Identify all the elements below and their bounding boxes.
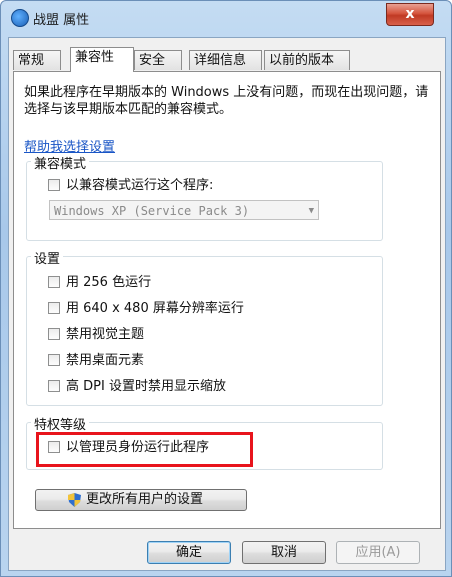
ok-button[interactable]: 确定 bbox=[147, 541, 231, 564]
compat-mode-group: 兼容模式 以兼容模式运行这个程序: Windows XP (Service Pa… bbox=[26, 153, 383, 241]
setting-high-dpi-label: 高 DPI 设置时禁用显示缩放 bbox=[66, 379, 226, 394]
setting-640x480-label: 用 640 x 480 屏幕分辨率运行 bbox=[66, 301, 244, 316]
setting-disable-themes-label: 禁用视觉主题 bbox=[66, 327, 145, 342]
properties-window: 战盟 属性 x 常规 兼容性 安全 详细信息 以前的版本 如果此程序在早期版本的… bbox=[0, 0, 452, 577]
title-bar[interactable]: 战盟 属性 x bbox=[1, 1, 451, 35]
os-version-select[interactable]: Windows XP (Service Pack 3) ▼ bbox=[49, 200, 319, 220]
os-version-value: Windows XP (Service Pack 3) bbox=[54, 204, 250, 218]
setting-256-colors-label: 用 256 色运行 bbox=[66, 275, 152, 290]
compatibility-panel: 如果此程序在早期版本的 Windows 上没有问题，而现在出现问题，请选择与该早… bbox=[13, 71, 441, 529]
dialog-client-area: 常规 兼容性 安全 详细信息 以前的版本 如果此程序在早期版本的 Windows… bbox=[8, 37, 446, 571]
setting-640x480-checkbox[interactable] bbox=[48, 302, 60, 314]
setting-high-dpi-checkbox[interactable] bbox=[48, 380, 60, 392]
change-all-users-button[interactable]: 更改所有用户的设置 bbox=[35, 489, 247, 511]
uac-shield-icon bbox=[68, 493, 81, 507]
setting-256-colors-checkbox[interactable] bbox=[48, 276, 60, 288]
privilege-title: 特权等级 bbox=[31, 414, 90, 433]
settings-title: 设置 bbox=[31, 248, 64, 267]
setting-disable-desktop-label: 禁用桌面元素 bbox=[66, 353, 145, 368]
compat-mode-checkbox[interactable] bbox=[48, 179, 60, 191]
app-icon bbox=[11, 9, 29, 27]
close-icon: x bbox=[405, 6, 415, 22]
tab-details[interactable]: 详细信息 bbox=[189, 50, 262, 70]
compat-mode-checkbox-label: 以兼容模式运行这个程序: bbox=[66, 178, 214, 193]
chevron-down-icon[interactable]: ▼ bbox=[309, 201, 314, 221]
tab-compatibility[interactable]: 兼容性 bbox=[70, 47, 134, 72]
compat-mode-title: 兼容模式 bbox=[31, 153, 90, 172]
apply-button[interactable]: 应用(A) bbox=[336, 541, 420, 564]
tab-previous-versions[interactable]: 以前的版本 bbox=[264, 50, 350, 70]
setting-disable-themes-checkbox[interactable] bbox=[48, 328, 60, 340]
tab-general[interactable]: 常规 bbox=[13, 50, 61, 70]
cancel-button[interactable]: 取消 bbox=[242, 541, 326, 564]
tab-security[interactable]: 安全 bbox=[134, 50, 182, 70]
setting-disable-desktop-checkbox[interactable] bbox=[48, 354, 60, 366]
settings-group: 设置 用 256 色运行 用 640 x 480 屏幕分辨率运行 禁用视觉主题 … bbox=[26, 248, 383, 406]
close-button[interactable]: x bbox=[386, 3, 434, 26]
window-title: 战盟 属性 bbox=[33, 13, 90, 28]
red-highlight-box bbox=[36, 432, 253, 467]
description-text: 如果此程序在早期版本的 Windows 上没有问题，而现在出现问题，请选择与该早… bbox=[24, 85, 429, 117]
change-all-users-label: 更改所有用户的设置 bbox=[86, 492, 204, 507]
